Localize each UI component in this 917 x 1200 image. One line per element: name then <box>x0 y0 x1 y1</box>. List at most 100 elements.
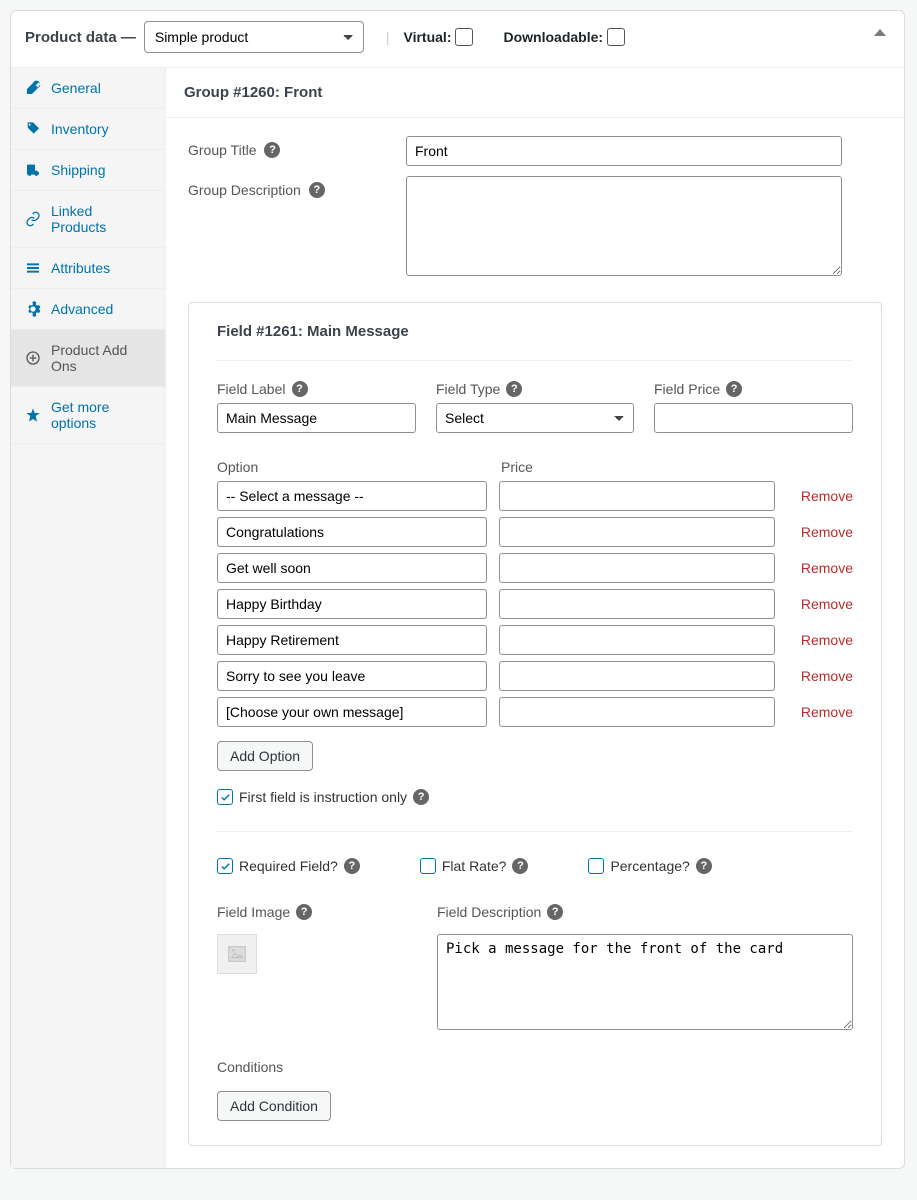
option-label-input[interactable] <box>217 661 487 691</box>
link-icon <box>25 211 41 227</box>
field-image-label: Field Image <box>217 904 290 920</box>
virtual-checkbox[interactable] <box>455 28 473 46</box>
tab-linked[interactable]: Linked Products <box>11 191 165 248</box>
tab-label: General <box>51 80 101 96</box>
tab-label: Product Add Ons <box>51 342 151 374</box>
virtual-label: Virtual: <box>404 29 452 45</box>
tab-label: Shipping <box>51 162 106 178</box>
tab-label: Advanced <box>51 301 113 317</box>
option-label-input[interactable] <box>217 481 487 511</box>
percentage-row[interactable]: Percentage? ? <box>588 858 711 874</box>
first-instruction-row[interactable]: First field is instruction only ? <box>217 789 853 805</box>
truck-icon <box>25 162 41 178</box>
remove-option-link[interactable]: Remove <box>801 524 853 540</box>
option-price-input[interactable] <box>499 481 775 511</box>
tab-general[interactable]: General <box>11 68 165 109</box>
collapse-icon[interactable] <box>874 29 886 36</box>
field-label-label: Field Label <box>217 381 286 397</box>
tab-shipping[interactable]: Shipping <box>11 150 165 191</box>
help-icon[interactable]: ? <box>344 858 360 874</box>
remove-option-link[interactable]: Remove <box>801 632 853 648</box>
gear-icon <box>25 301 41 317</box>
conditions-label: Conditions <box>217 1059 853 1075</box>
option-header: Option <box>217 459 501 475</box>
required-row[interactable]: Required Field? ? <box>217 858 360 874</box>
add-option-button[interactable]: Add Option <box>217 741 313 771</box>
virtual-toggle[interactable]: Virtual: <box>404 28 474 46</box>
option-price-input[interactable] <box>499 517 775 547</box>
tab-get-more[interactable]: Get more options <box>11 387 165 444</box>
product-type-select[interactable]: Simple product <box>144 21 364 53</box>
option-price-input[interactable] <box>499 661 775 691</box>
first-instruction-label: First field is instruction only <box>239 789 407 805</box>
option-row: Remove <box>217 481 853 511</box>
required-checkbox[interactable] <box>217 858 233 874</box>
tag-icon <box>25 121 41 137</box>
option-row: Remove <box>217 625 853 655</box>
flat-rate-checkbox[interactable] <box>420 858 436 874</box>
group-title-label: Group Title <box>188 142 256 158</box>
remove-option-link[interactable]: Remove <box>801 560 853 576</box>
tab-label: Get more options <box>51 399 151 431</box>
percentage-label: Percentage? <box>610 858 689 874</box>
downloadable-checkbox[interactable] <box>607 28 625 46</box>
remove-option-link[interactable]: Remove <box>801 488 853 504</box>
option-label-input[interactable] <box>217 625 487 655</box>
field-price-label: Field Price <box>654 381 720 397</box>
help-icon[interactable]: ? <box>547 904 563 920</box>
flat-rate-row[interactable]: Flat Rate? ? <box>420 858 529 874</box>
flat-rate-label: Flat Rate? <box>442 858 507 874</box>
group-title-input[interactable] <box>406 136 842 166</box>
help-icon[interactable]: ? <box>506 381 522 397</box>
downloadable-toggle[interactable]: Downloadable: <box>503 28 625 46</box>
help-icon[interactable]: ? <box>292 381 308 397</box>
option-price-input[interactable] <box>499 589 775 619</box>
tab-advanced[interactable]: Advanced <box>11 289 165 330</box>
option-label-input[interactable] <box>217 553 487 583</box>
help-icon[interactable]: ? <box>264 142 280 158</box>
option-price-input[interactable] <box>499 553 775 583</box>
price-header: Price <box>501 459 787 475</box>
option-row: Remove <box>217 661 853 691</box>
field-heading: Field #1261: Main Message <box>217 323 853 340</box>
metabox-header: Product data — Simple product | Virtual:… <box>11 11 904 68</box>
field-type-label: Field Type <box>436 381 500 397</box>
group-desc-textarea[interactable] <box>406 176 842 276</box>
option-price-input[interactable] <box>499 625 775 655</box>
option-label-input[interactable] <box>217 517 487 547</box>
image-placeholder[interactable] <box>217 934 257 974</box>
plus-circle-icon <box>25 350 41 366</box>
help-icon[interactable]: ? <box>309 182 325 198</box>
field-card: Field #1261: Main Message Field Label? F… <box>188 302 882 1146</box>
option-label-input[interactable] <box>217 589 487 619</box>
tab-label: Attributes <box>51 260 110 276</box>
field-desc-label: Field Description <box>437 904 541 920</box>
options-list: Remove Remove Remove Remove Remove Remove Remo… <box>217 481 853 727</box>
option-row: Remove <box>217 517 853 547</box>
option-label-input[interactable] <box>217 697 487 727</box>
help-icon[interactable]: ? <box>696 858 712 874</box>
percentage-checkbox[interactable] <box>588 858 604 874</box>
option-price-input[interactable] <box>499 697 775 727</box>
remove-option-link[interactable]: Remove <box>801 596 853 612</box>
field-label-input[interactable] <box>217 403 416 433</box>
field-price-input[interactable] <box>654 403 853 433</box>
tab-product-addons[interactable]: Product Add Ons <box>11 330 165 387</box>
add-condition-button[interactable]: Add Condition <box>217 1091 331 1121</box>
first-instruction-checkbox[interactable] <box>217 789 233 805</box>
field-type-select[interactable]: Select <box>436 403 634 433</box>
group-heading: Group #1260: Front <box>166 68 904 118</box>
remove-option-link[interactable]: Remove <box>801 704 853 720</box>
tab-label: Inventory <box>51 121 109 137</box>
required-label: Required Field? <box>239 858 338 874</box>
help-icon[interactable]: ? <box>413 789 429 805</box>
field-desc-textarea[interactable] <box>437 934 853 1030</box>
help-icon[interactable]: ? <box>726 381 742 397</box>
remove-option-link[interactable]: Remove <box>801 668 853 684</box>
help-icon[interactable]: ? <box>512 858 528 874</box>
list-icon <box>25 260 41 276</box>
help-icon[interactable]: ? <box>296 904 312 920</box>
tab-inventory[interactable]: Inventory <box>11 109 165 150</box>
tab-attributes[interactable]: Attributes <box>11 248 165 289</box>
panel-content: Group #1260: Front Group Title? Group De… <box>166 68 904 1168</box>
